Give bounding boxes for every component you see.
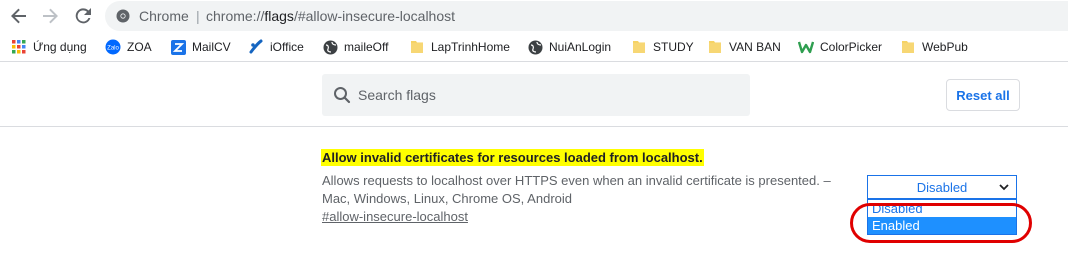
folder-icon <box>409 39 425 55</box>
bookmarks-bar: Ứng dụng Zalo ZOA MailCV iOffice maileOf… <box>0 33 1068 62</box>
search-input[interactable] <box>358 74 738 116</box>
bookmark-colorpicker[interactable]: ColorPicker <box>798 38 882 56</box>
chevron-down-icon <box>999 184 1009 191</box>
bookmark-label: maileOff <box>344 40 389 54</box>
bookmark-label: MailCV <box>192 40 231 54</box>
bookmark-vanban[interactable]: VAN BAN <box>707 38 781 56</box>
bookmark-label: LapTrinhHome <box>431 40 510 54</box>
flag-title: Allow invalid certificates for resources… <box>321 149 704 166</box>
bookmark-label: ColorPicker <box>820 40 883 54</box>
bookmark-ioffice[interactable]: iOffice <box>248 38 304 56</box>
browser-toolbar: Chrome | chrome://flags/#allow-insecure-… <box>0 0 1068 33</box>
bookmark-laptrinhhome[interactable]: LapTrinhHome <box>409 38 510 56</box>
bookmark-label: iOffice <box>270 40 304 54</box>
bookmark-label: WebPub <box>922 40 968 54</box>
url-host: flags <box>264 8 294 24</box>
address-bar[interactable]: Chrome | chrome://flags/#allow-insecure-… <box>105 1 1068 31</box>
forward-arrow-icon <box>43 8 58 24</box>
flag-description: Allows requests to localhost over HTTPS … <box>322 172 842 208</box>
flag-permalink[interactable]: #allow-insecure-localhost <box>322 209 468 224</box>
site-label: Chrome <box>139 8 189 24</box>
folder-icon <box>631 39 647 55</box>
url-prefix: chrome:// <box>206 8 265 24</box>
apps-grid-icon <box>11 39 27 55</box>
z-logo-icon <box>170 39 186 55</box>
bookmark-nuianlogin[interactable]: NuiAnLogin <box>527 38 611 56</box>
flag-state-select[interactable]: Disabled <box>867 175 1017 199</box>
flag-description-line: Allows requests to localhost over HTTPS … <box>322 173 831 188</box>
search-box[interactable] <box>322 74 750 116</box>
svg-text:Zalo: Zalo <box>107 46 119 52</box>
bookmark-webpub[interactable]: WebPub <box>900 38 968 56</box>
bookmark-label: NuiAnLogin <box>549 40 612 54</box>
bookmark-label: Ứng dụng <box>33 40 87 54</box>
bookmark-study[interactable]: STUDY <box>631 38 694 56</box>
back-arrow-icon <box>11 8 26 24</box>
back-button[interactable] <box>7 3 31 29</box>
reload-button[interactable] <box>71 3 95 29</box>
bookmark-apps[interactable]: Ứng dụng <box>11 38 87 56</box>
bookmark-label: ZOA <box>127 40 152 54</box>
bookmark-zoa[interactable]: Zalo ZOA <box>105 38 152 56</box>
search-icon <box>334 87 351 104</box>
reset-all-button[interactable]: Reset all <box>946 79 1020 111</box>
reload-icon <box>75 8 91 24</box>
w-logo-icon <box>798 39 814 55</box>
zalo-icon: Zalo <box>105 39 121 55</box>
folder-icon <box>707 39 723 55</box>
chrome-page-icon <box>116 9 130 23</box>
ioffice-icon <box>248 39 264 55</box>
url-separator: | <box>196 8 200 24</box>
folder-icon <box>900 39 916 55</box>
globe-icon <box>322 39 338 55</box>
select-value: Disabled <box>916 179 968 195</box>
url-text: chrome://flags/#allow-insecure-localhost <box>206 8 455 24</box>
bookmark-label: VAN BAN <box>729 40 781 54</box>
annotation-highlight-oval <box>850 203 1032 243</box>
url-rest: /#allow-insecure-localhost <box>293 8 456 24</box>
bookmark-mailcv[interactable]: MailCV <box>170 38 231 56</box>
forward-button[interactable] <box>38 3 62 29</box>
globe-icon <box>527 39 543 55</box>
flag-platforms: Mac, Windows, Linux, Chrome OS, Android <box>322 191 572 206</box>
bookmark-maileoff[interactable]: maileOff <box>322 38 388 56</box>
flags-header: Reset all <box>0 62 1068 127</box>
bookmark-label: STUDY <box>653 40 694 54</box>
